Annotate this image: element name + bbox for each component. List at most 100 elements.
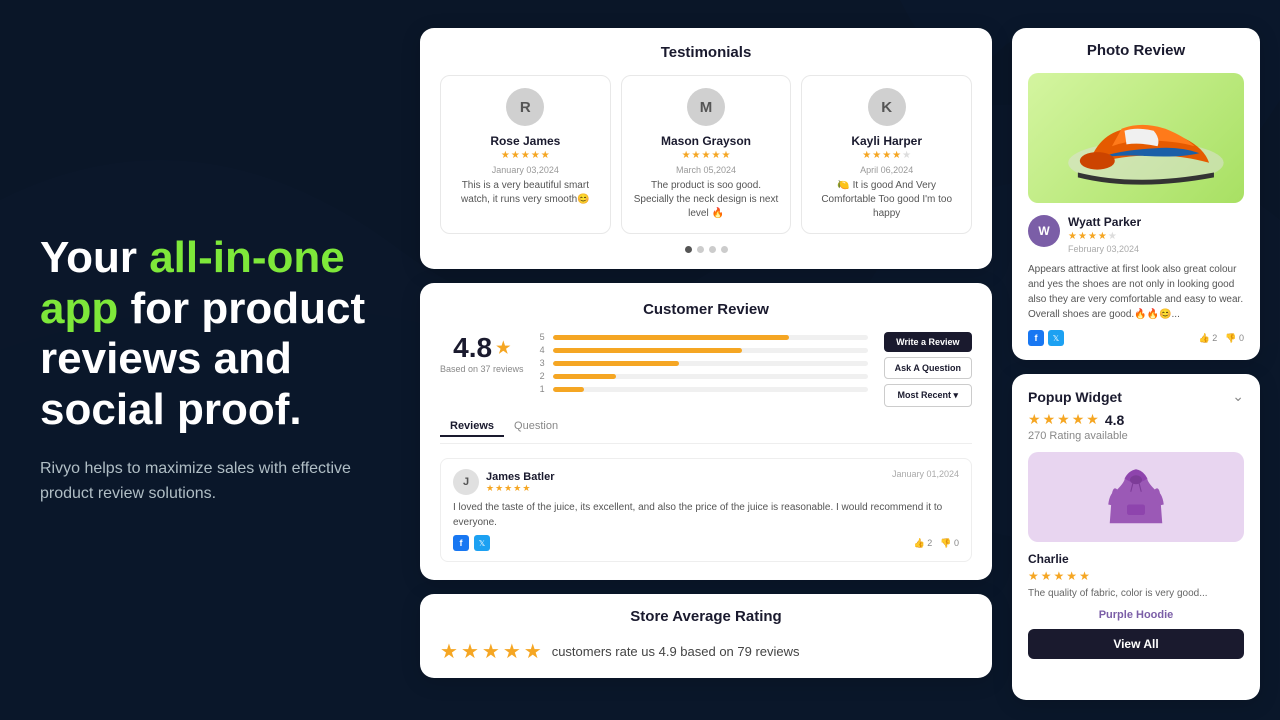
bar-label: 1 bbox=[540, 384, 548, 394]
bar-track bbox=[553, 374, 868, 379]
star-icon: ★ bbox=[531, 150, 540, 161]
twitter-icon[interactable]: 𝕏 bbox=[1048, 330, 1064, 346]
store-rating-inner: ★ ★ ★ ★ ★ customers rate us 4.9 based on… bbox=[440, 639, 972, 664]
right-column: Photo Review bbox=[1012, 20, 1260, 700]
review-text: 🍋 It is good And Very Comfortable Too go… bbox=[812, 179, 961, 221]
stars-row: ★ ★ ★ ★ ★ bbox=[812, 150, 961, 161]
star-icon: ★ bbox=[1057, 411, 1070, 428]
bar-track bbox=[553, 335, 868, 340]
popup-count: 270 Rating available bbox=[1028, 430, 1244, 442]
hoodie-image bbox=[1106, 462, 1166, 532]
social-icons: f 𝕏 bbox=[1028, 330, 1064, 346]
rating-based: Based on 37 reviews bbox=[440, 364, 524, 374]
popup-review-stars: ★ ★ ★ ★ ★ bbox=[1028, 569, 1244, 583]
dot[interactable] bbox=[697, 246, 704, 253]
star-icon: ★ bbox=[902, 150, 911, 161]
hero-subtitle: Rivyo helps to maximize sales with effec… bbox=[40, 456, 360, 507]
tab-row: Reviews Question bbox=[440, 417, 972, 444]
stars-row: ★ ★ ★ ★ ★ bbox=[486, 483, 555, 494]
bar-fill bbox=[553, 361, 679, 366]
review-text: This is a very beautiful smart watch, it… bbox=[451, 179, 600, 207]
rating-bars: 5 4 3 2 bbox=[540, 332, 868, 397]
twitter-icon[interactable]: 𝕏 bbox=[474, 535, 490, 551]
testimonials-grid: R Rose James ★ ★ ★ ★ ★ January 03,2024 T… bbox=[440, 75, 972, 234]
popup-product-link[interactable]: Purple Hoodie bbox=[1028, 609, 1244, 621]
star-icon: ★ bbox=[461, 639, 479, 664]
popup-product-image bbox=[1028, 452, 1244, 542]
reviewer-name: Kayli Harper bbox=[812, 134, 961, 148]
bar-row: 4 bbox=[540, 345, 868, 355]
store-rating-title: Store Average Rating bbox=[440, 608, 972, 625]
popup-rating-number: 4.8 bbox=[1105, 412, 1124, 428]
star-icon: ★ bbox=[1043, 411, 1056, 428]
stars-row: ★ ★ ★ ★ ★ bbox=[632, 150, 781, 161]
hero-section: Your all-in-one app for product reviews … bbox=[40, 20, 400, 700]
popup-review-text: The quality of fabric, color is very goo… bbox=[1028, 587, 1244, 601]
star-icon: ★ bbox=[692, 150, 701, 161]
bar-track bbox=[553, 348, 868, 353]
list-item: R Rose James ★ ★ ★ ★ ★ January 03,2024 T… bbox=[440, 75, 611, 234]
bar-label: 3 bbox=[540, 358, 548, 368]
review-date: February 03,2024 bbox=[1068, 244, 1244, 254]
star-icon: ★ bbox=[522, 483, 530, 494]
hero-title: Your all-in-one app for product reviews … bbox=[40, 233, 400, 435]
popup-widget-card: Popup Widget ⌄ ★ ★ ★ ★ ★ 4.8 270 Rating … bbox=[1012, 374, 1260, 700]
star-icon: ★ bbox=[1088, 231, 1097, 242]
review-date: March 05,2024 bbox=[632, 165, 781, 175]
dot[interactable] bbox=[721, 246, 728, 253]
facebook-icon[interactable]: f bbox=[453, 535, 469, 551]
bar-label: 5 bbox=[540, 332, 548, 342]
hero-title-part1: Your bbox=[40, 233, 149, 282]
star-icon: ★ bbox=[702, 150, 711, 161]
view-all-button[interactable]: View All bbox=[1028, 629, 1244, 659]
popup-stars: ★ ★ ★ ★ ★ bbox=[1028, 411, 1099, 428]
tab-question[interactable]: Question bbox=[504, 417, 568, 437]
star-icon: ★ bbox=[1078, 231, 1087, 242]
tab-reviews[interactable]: Reviews bbox=[440, 417, 504, 437]
star-icon: ★ bbox=[1054, 569, 1065, 583]
star-icon: ★ bbox=[513, 483, 521, 494]
rating-big: 4.8 ★ bbox=[453, 332, 510, 364]
most-recent-button[interactable]: Most Recent ▾ bbox=[884, 384, 972, 407]
star-icon: ★ bbox=[1066, 569, 1077, 583]
reviewer-row: W Wyatt Parker ★ ★ ★ ★ ★ February 03,202… bbox=[1028, 215, 1244, 254]
review-social: f 𝕏 👍 2 👎 0 bbox=[453, 535, 959, 551]
write-review-button[interactable]: Write a Review bbox=[884, 332, 972, 352]
dot[interactable] bbox=[685, 246, 692, 253]
reviewer-name: Wyatt Parker bbox=[1068, 215, 1244, 229]
review-top: 4.8 ★ Based on 37 reviews 5 4 bbox=[440, 332, 972, 407]
reviewer-info: Wyatt Parker ★ ★ ★ ★ ★ February 03,2024 bbox=[1068, 215, 1244, 254]
store-rating-text: customers rate us 4.9 based on 79 review… bbox=[552, 644, 800, 659]
stars-row: ★ ★ ★ ★ ★ bbox=[451, 150, 600, 161]
rating-number: 4.8 bbox=[453, 332, 492, 364]
avatar: W bbox=[1028, 215, 1060, 247]
star-icon: ★ bbox=[1028, 569, 1039, 583]
chevron-down-icon[interactable]: ⌄ bbox=[1232, 388, 1244, 405]
facebook-icon[interactable]: f bbox=[1028, 330, 1044, 346]
star-icon: ★ bbox=[1079, 569, 1090, 583]
bar-fill bbox=[553, 335, 789, 340]
store-rating-card: Store Average Rating ★ ★ ★ ★ ★ customers… bbox=[420, 594, 992, 678]
star-icon: ★ bbox=[440, 639, 458, 664]
bar-row: 2 bbox=[540, 371, 868, 381]
center-column: Testimonials R Rose James ★ ★ ★ ★ ★ Janu… bbox=[420, 20, 992, 700]
star-icon: ★ bbox=[501, 150, 510, 161]
customer-review-card: Customer Review 4.8 ★ Based on 37 review… bbox=[420, 283, 992, 580]
carousel-dots bbox=[440, 246, 972, 253]
rating-summary: 4.8 ★ Based on 37 reviews bbox=[440, 332, 524, 374]
like-dislike: 👍 2 👎 0 bbox=[914, 538, 959, 549]
bar-label: 4 bbox=[540, 345, 548, 355]
ask-question-button[interactable]: Ask A Question bbox=[884, 357, 972, 379]
photo-review-card: Photo Review bbox=[1012, 28, 1260, 360]
dot[interactable] bbox=[709, 246, 716, 253]
star-icon: ★ bbox=[1108, 231, 1117, 242]
star-icon: ★ bbox=[482, 639, 500, 664]
review-item: J James Batler ★ ★ ★ ★ ★ bbox=[440, 458, 972, 562]
social-icons: f 𝕏 bbox=[453, 535, 490, 551]
dislike-count: 👎 0 bbox=[1225, 333, 1244, 344]
like-count: 👍 2 bbox=[914, 538, 933, 549]
bar-label: 2 bbox=[540, 371, 548, 381]
avatar: M bbox=[687, 88, 725, 126]
list-item: K Kayli Harper ★ ★ ★ ★ ★ April 06,2024 🍋… bbox=[801, 75, 972, 234]
review-card-inner: 4.8 ★ Based on 37 reviews 5 4 bbox=[440, 332, 972, 562]
